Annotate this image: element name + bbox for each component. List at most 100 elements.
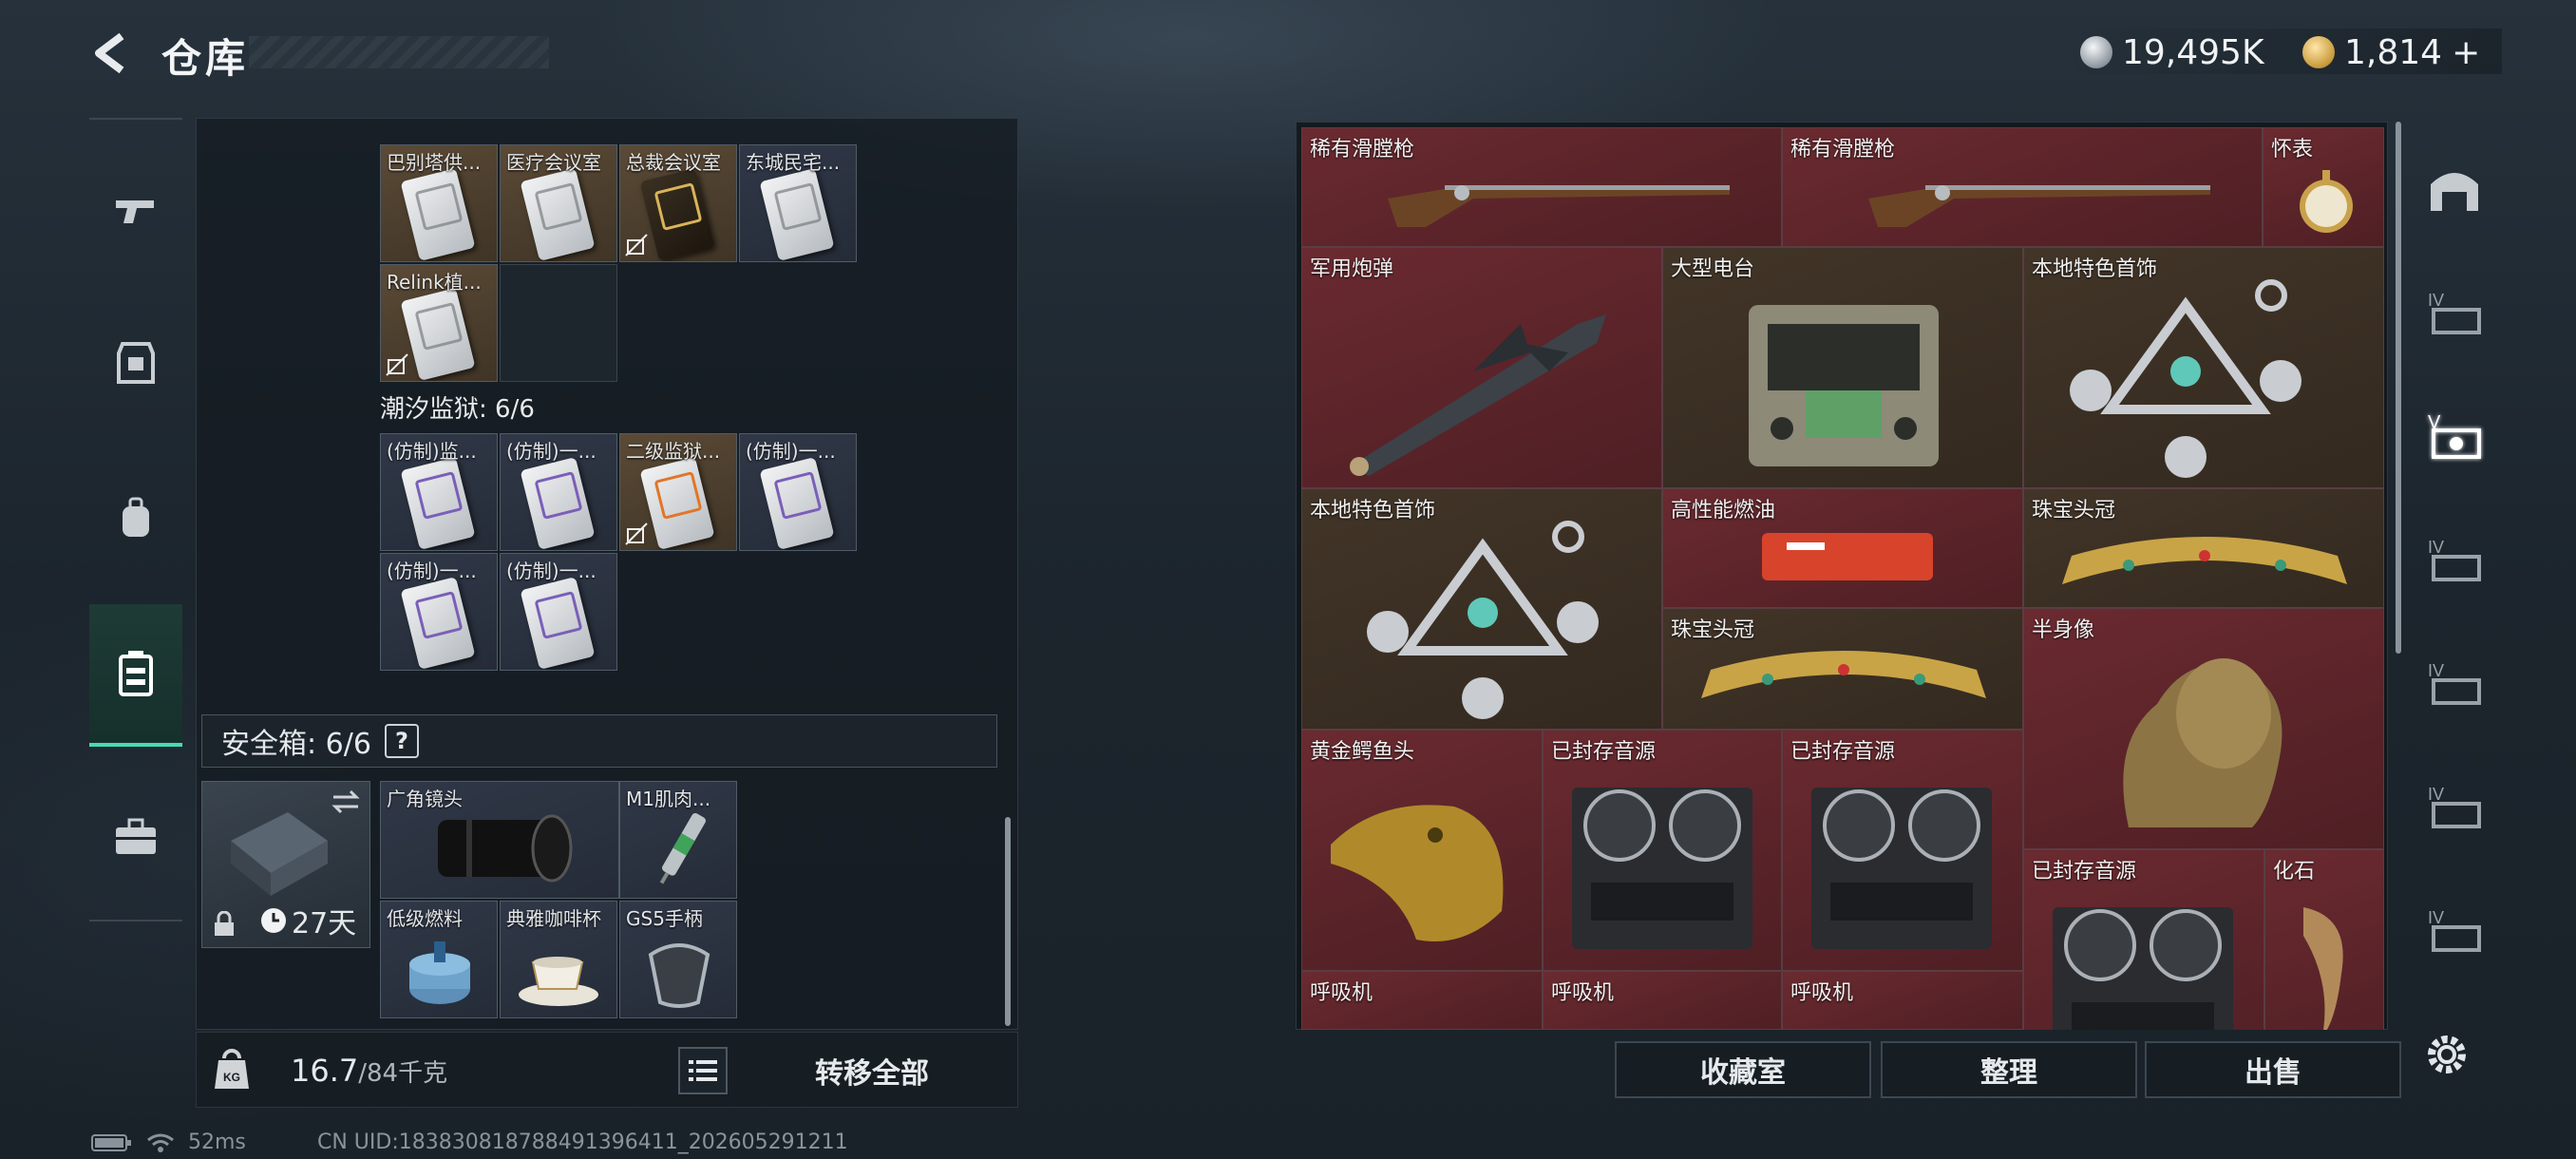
grid-item[interactable]: 军用炮弹 (1301, 247, 1662, 488)
key-card-slot[interactable]: Relink植... (380, 264, 498, 382)
radio-station-image (1749, 305, 1939, 466)
expansion-box-icon: IV (2428, 908, 2481, 952)
key-card-slot[interactable]: 二级监狱... (619, 433, 737, 551)
collection-room-button[interactable]: 收藏室 (1615, 1041, 1871, 1098)
tab-expansion-5[interactable]: IV (2415, 754, 2494, 859)
gold-crocodile-image (1331, 805, 1504, 941)
add-gold-button[interactable]: + (2452, 33, 2480, 72)
tide-prison-title: 潮汐监狱: 6/6 (380, 395, 535, 424)
back-arrow-icon (95, 32, 124, 74)
weight-total: /84千克 (358, 1059, 448, 1088)
left-nav (89, 118, 182, 922)
storage-scrollbar[interactable] (1005, 817, 1011, 1026)
grid-item[interactable]: 高性能燃油 (1662, 488, 2023, 608)
tab-expansion-2[interactable]: V (2415, 384, 2494, 488)
svg-text:IV: IV (2428, 785, 2444, 804)
grid-item[interactable]: 半身像 (2023, 608, 2384, 849)
grid-item[interactable]: 呼吸机 (1782, 971, 2023, 1030)
grid-item[interactable]: 怀表 (2263, 127, 2384, 247)
item-slot[interactable]: 广角镜头 (380, 781, 619, 899)
grid-item[interactable]: 呼吸机 (1543, 971, 1782, 1030)
grid-item[interactable]: 稀有滑膛枪 (1301, 127, 1782, 247)
gold-coin-icon (2302, 36, 2335, 68)
storage-icon (119, 651, 153, 696)
crown-image (1701, 651, 1986, 698)
key-card-slot[interactable]: (仿制)一... (500, 433, 617, 551)
battery-icon (91, 1133, 131, 1151)
back-button[interactable] (84, 25, 141, 82)
key-card-slot[interactable]: (仿制)一... (500, 553, 617, 671)
grid-item[interactable]: 已封存音源 (1543, 730, 1782, 971)
grid-item[interactable]: 大型电台 (1662, 247, 2023, 488)
svg-text:IV: IV (2428, 291, 2444, 310)
nav-backpack[interactable] (89, 466, 182, 570)
grip-image (648, 943, 710, 1008)
bust-image (2123, 658, 2282, 827)
grid-item[interactable]: 已封存音源 (2023, 849, 2264, 1030)
list-icon (689, 1060, 717, 1081)
tab-expansion-1[interactable]: IV (2415, 260, 2494, 365)
expansion-box-icon: V (2428, 412, 2481, 459)
musket-image (1388, 185, 1730, 227)
item-slot[interactable]: M1肌肉... (619, 781, 737, 899)
ping-label: 52ms (188, 1130, 246, 1154)
currency-gold[interactable]: 1,814 + (2302, 28, 2480, 76)
grid-item[interactable]: 珠宝头冠 (1662, 608, 2023, 730)
grid-item[interactable]: 本地特色首饰 (1301, 488, 1662, 730)
grid-item[interactable]: 珠宝头冠 (2023, 488, 2384, 608)
item-slot[interactable]: 典雅咖啡杯 (500, 901, 617, 1018)
tab-main-storage[interactable] (2415, 137, 2494, 241)
key-card-slot[interactable]: 巴别塔供... (380, 144, 498, 262)
necklace-image (1367, 521, 1599, 719)
clock-icon (261, 908, 286, 933)
empty-slot[interactable] (500, 264, 617, 382)
grid-item[interactable]: 已封存音源 (1782, 730, 2023, 971)
status-bar: 52ms (91, 1130, 246, 1154)
list-view-button[interactable] (678, 1047, 728, 1094)
tab-expansion-3[interactable]: IV (2415, 507, 2494, 612)
page-title: 仓库 (161, 35, 250, 82)
weight-icon: KG (215, 1049, 249, 1089)
nav-armor[interactable] (89, 310, 182, 414)
key-card-slot[interactable]: 总裁会议室 (619, 144, 737, 262)
safebox-timer: 27天 (259, 900, 356, 941)
grid-item[interactable]: 稀有滑膛枪 (1782, 127, 2263, 247)
item-grid: 稀有滑膛枪 稀有滑膛枪 怀表 军用炮弹 大型电台 本地特色首饰 本地特色首饰 高… (1301, 127, 2384, 1030)
key-card-slot[interactable]: 医疗会议室 (500, 144, 617, 262)
sell-button[interactable]: 出售 (2145, 1041, 2401, 1098)
safebox-container[interactable]: 27天 (201, 781, 370, 948)
tab-expansion-4[interactable]: IV (2415, 631, 2494, 735)
gun-icon (116, 200, 154, 223)
grid-item[interactable]: 呼吸机 (1301, 971, 1543, 1030)
grid-scrollbar[interactable] (2396, 122, 2401, 654)
lock-icon (215, 911, 234, 936)
safebox-header: 安全箱: 6/6 ? (201, 714, 997, 768)
transfer-all-button[interactable]: 转移全部 (745, 1041, 999, 1100)
tape-recorder-image (2053, 907, 2233, 1030)
key-card-slot[interactable]: (仿制)监... (380, 433, 498, 551)
fuel-case-image (1762, 533, 1933, 580)
tab-expansion-6[interactable]: IV (2415, 878, 2494, 982)
swap-icon[interactable] (330, 788, 362, 816)
key-card-slot[interactable]: 东城民宅... (739, 144, 857, 262)
musket-image (1868, 185, 2210, 227)
grid-item[interactable]: 化石 (2264, 849, 2384, 1030)
safebox-days-label: 27天 (292, 907, 357, 940)
item-slot[interactable]: 低级燃料 (380, 901, 498, 1018)
key-card-slot[interactable]: (仿制)一... (380, 553, 498, 671)
pocket-watch-image (2300, 170, 2353, 233)
nav-weapons[interactable] (89, 158, 182, 262)
no-insure-icon (625, 234, 648, 256)
help-button[interactable]: ? (384, 724, 419, 758)
item-slot[interactable]: GS5手柄 (619, 901, 737, 1018)
settings-gear-icon[interactable] (2418, 1026, 2475, 1083)
organize-button[interactable]: 整理 (1881, 1041, 2137, 1098)
key-card-slot[interactable]: (仿制)一... (739, 433, 857, 551)
wifi-icon (147, 1133, 174, 1152)
expansion-box-icon: IV (2428, 291, 2481, 334)
nav-toolbox[interactable] (89, 785, 182, 889)
grid-item[interactable]: 黄金鳄鱼头 (1301, 730, 1543, 971)
crown-image (2062, 537, 2347, 584)
grid-item[interactable]: 本地特色首饰 (2023, 247, 2384, 488)
nav-storage[interactable] (89, 604, 182, 747)
